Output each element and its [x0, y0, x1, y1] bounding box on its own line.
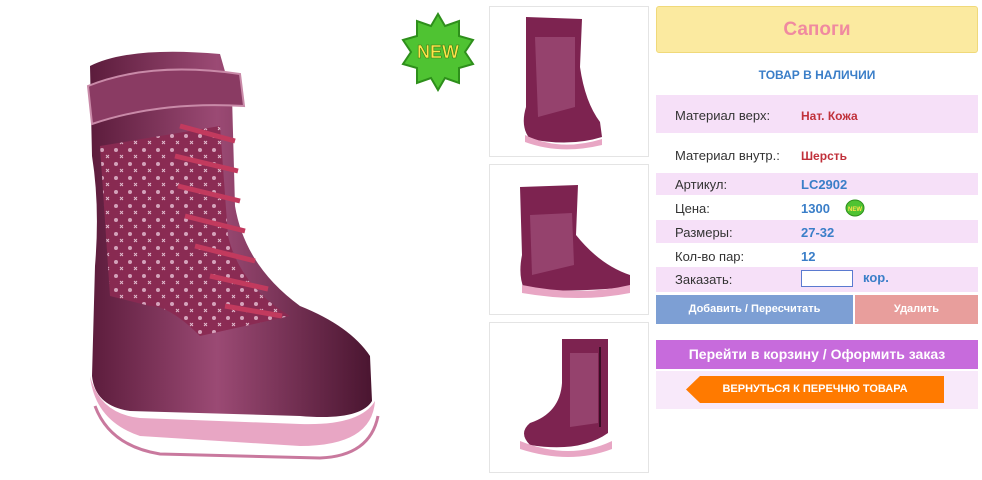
spec-label: Размеры: [675, 225, 733, 240]
spec-row-sizes: Размеры: 27-32 [656, 220, 978, 243]
order-unit: кор. [863, 270, 889, 285]
new-small-badge-text: NEW [848, 207, 862, 213]
order-quantity-input[interactable] [801, 270, 853, 287]
thumbnail-2[interactable] [489, 164, 649, 315]
back-button-container: ВЕРНУТЬСЯ К ПЕРЕЧНЮ ТОВАРА [656, 371, 978, 409]
spec-row-article: Артикул: LC2902 [656, 173, 978, 195]
add-recalculate-button[interactable]: Добавить / Пересчитать [656, 295, 853, 324]
spec-value: 1300 [801, 201, 830, 216]
spec-row-order: Заказать: кор. [656, 267, 978, 292]
thumbnail-3[interactable] [489, 322, 649, 473]
spec-value: 27-32 [801, 225, 835, 240]
spec-label: Цена: [675, 201, 710, 216]
new-badge-icon: NEW [398, 12, 478, 92]
spec-row-pairs: Кол-во пар: 12 [656, 244, 978, 267]
boot-thumb-front [523, 17, 602, 150]
spec-value: LC2902 [801, 177, 848, 192]
back-to-list-button[interactable]: ВЕРНУТЬСЯ К ПЕРЕЧНЮ ТОВАРА [686, 376, 944, 403]
go-to-cart-button[interactable]: Перейти в корзину / Оформить заказ [656, 340, 978, 369]
spec-label: Материал внутр.: [675, 148, 780, 163]
thumbnail-1[interactable] [489, 6, 649, 157]
spec-row-price: Цена: 1300 NEW [656, 196, 978, 219]
delete-button[interactable]: Удалить [855, 295, 978, 324]
spec-label: Заказать: [675, 272, 733, 287]
new-badge-text: NEW [417, 42, 459, 62]
spec-value: Шерсть [801, 149, 847, 163]
product-title: Сапоги [656, 6, 978, 53]
back-to-list-label: ВЕРНУТЬСЯ К ПЕРЕЧНЮ ТОВАРА [722, 383, 908, 395]
spec-value: 12 [801, 249, 816, 264]
new-small-badge-icon: NEW [845, 199, 865, 220]
spec-row-material-top: Материал верх: Нат. Кожа [656, 95, 978, 133]
boot-thumb-side [520, 185, 630, 298]
spec-row-material-inner: Материал внутр.: Шерсть [656, 134, 978, 170]
boot-thumb-back [520, 339, 612, 457]
spec-label: Кол-во пар: [675, 249, 745, 264]
spec-value: Нат. Кожа [801, 109, 858, 123]
spec-label: Материал верх: [675, 108, 771, 123]
stock-status: ТОВАР В НАЛИЧИИ [758, 68, 876, 82]
spec-label: Артикул: [675, 177, 728, 192]
